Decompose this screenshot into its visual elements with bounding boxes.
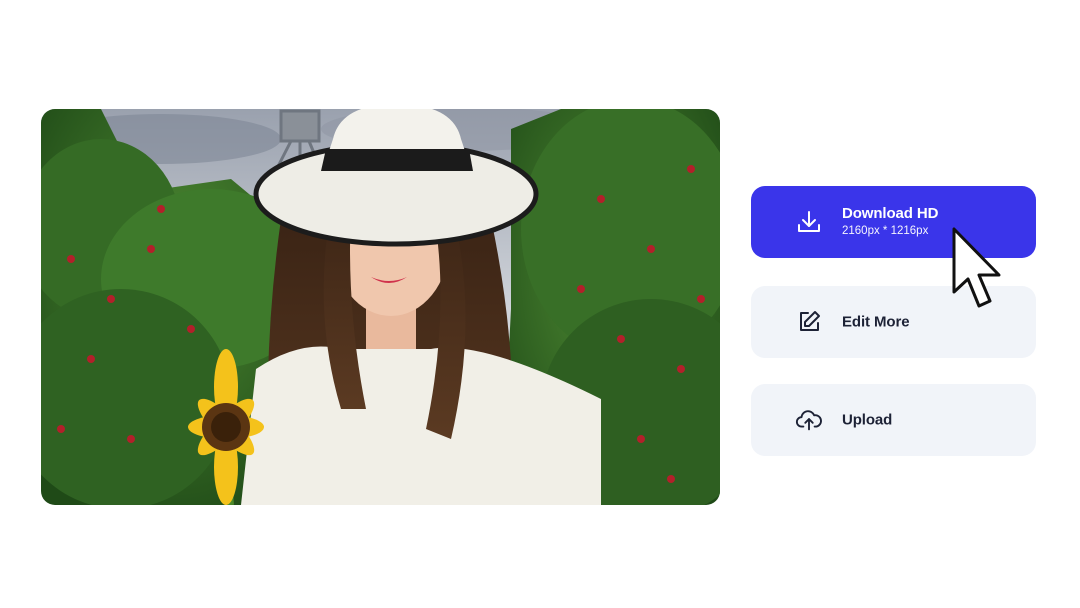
preview-image	[41, 109, 720, 505]
download-hd-button[interactable]: Download HD 2160px * 1216px	[751, 186, 1036, 258]
upload-label: Upload	[842, 411, 893, 429]
cloud-upload-icon	[795, 406, 823, 434]
upload-text-group: Upload	[842, 412, 892, 429]
edit-more-button[interactable]: Edit More	[751, 286, 1036, 358]
image-preview	[41, 109, 720, 505]
edit-icon	[795, 308, 823, 336]
download-text-group: Download HD 2160px * 1216px	[842, 205, 939, 237]
upload-button[interactable]: Upload	[751, 384, 1036, 456]
download-label: Download HD	[842, 205, 939, 222]
edit-label: Edit More	[842, 313, 910, 331]
download-icon	[795, 208, 823, 236]
edit-text-group: Edit More	[842, 313, 910, 331]
download-resolution: 2160px * 1216px	[842, 225, 929, 237]
